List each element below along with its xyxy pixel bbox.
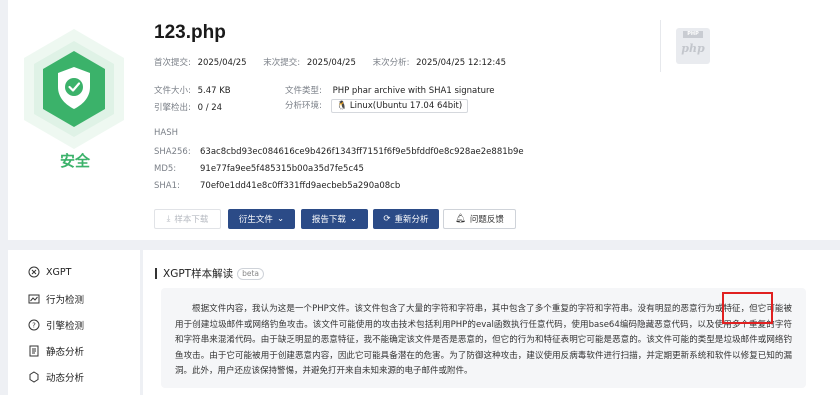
sha256-value: 63ac8cbd93ec084616ce9b426f1343ff7151f6f9… <box>200 147 524 157</box>
env-row: 分析环境: 🐧 Linux(Ubuntu 17.04 64bit) <box>285 99 469 113</box>
static-icon <box>29 345 39 357</box>
xgpt-icon <box>28 266 40 278</box>
sha1-value: 70ef0e1dd41e8c0ff331ffd9aecbeb5a290a08cb <box>200 181 401 191</box>
verdict-label: 安全 <box>59 152 90 170</box>
feedback-button[interactable]: 🔔︎ 问题反馈 <box>443 209 516 229</box>
safe-shield-icon <box>18 25 130 155</box>
reanalyze-button[interactable]: ⟳ 重新分析 <box>373 209 439 229</box>
xgpt-section-title: XGPT样本解读 beta <box>155 266 264 281</box>
sidebar-item-engine[interactable]: ? 引擎检测 <box>28 318 84 332</box>
chevron-down-icon: ⌄ <box>276 214 285 224</box>
sidebar-item-dynamic[interactable]: 动态分析 <box>28 370 84 384</box>
size-type-row: 文件大小: 5.47 KB <box>154 86 231 96</box>
sha1-label: SHA1: <box>154 181 180 191</box>
sidebar-item-static[interactable]: 静态分析 <box>28 344 84 358</box>
submit-info-row: 首次提交: 2025/04/25 末次提交: 2025/04/25 末次分析: … <box>154 58 507 68</box>
xgpt-analysis-text: 根据文件内容，我认为这是一个PHP文件。该文件包含了大量的字符和字符串，其中包含… <box>175 304 792 376</box>
php-file-icon: PHP php <box>676 28 710 64</box>
chevron-down-icon: ⌄ <box>349 214 358 224</box>
file-name-title: 123.php <box>154 22 226 43</box>
engine-icon: ? <box>28 319 40 331</box>
env-badge: 🐧 Linux(Ubuntu 17.04 64bit) <box>330 99 469 113</box>
md5-value: 91e77fa9ee5f485315b00a35d7fe5c45 <box>200 164 364 174</box>
bell-icon: 🔔︎ <box>455 214 466 224</box>
file-type-row: 文件类型: PHP phar archive with SHA1 signatu… <box>285 86 495 96</box>
download-icon: ⤓ <box>166 214 171 224</box>
md5-label: MD5: <box>154 164 177 174</box>
engines-row: 引擎检出: 0 / 24 <box>154 103 223 113</box>
xgpt-content-box: 根据文件内容，我认为这是一个PHP文件。该文件包含了大量的字符和字符串，其中包含… <box>161 288 806 388</box>
report-download-button[interactable]: 报告下载 ⌄ <box>301 209 368 229</box>
behavior-icon <box>28 294 40 304</box>
divider <box>660 20 661 72</box>
sha256-label: SHA256: <box>154 147 191 157</box>
sample-download-button[interactable]: ⤓ 样本下载 <box>154 209 221 229</box>
sidebar-item-behavior[interactable]: 行为检测 <box>28 292 84 306</box>
sidebar-item-xgpt[interactable]: XGPT <box>28 266 71 278</box>
file-summary-card <box>8 0 840 240</box>
hash-heading: HASH <box>154 128 178 138</box>
highlight-box <box>722 292 773 324</box>
svg-text:?: ? <box>32 322 36 330</box>
derived-files-button[interactable]: 衍生文件 ⌄ <box>228 209 295 229</box>
linux-icon: 🐧 <box>336 101 348 111</box>
beta-badge: beta <box>237 267 264 280</box>
dynamic-icon <box>29 371 39 383</box>
refresh-icon: ⟳ <box>383 214 391 224</box>
